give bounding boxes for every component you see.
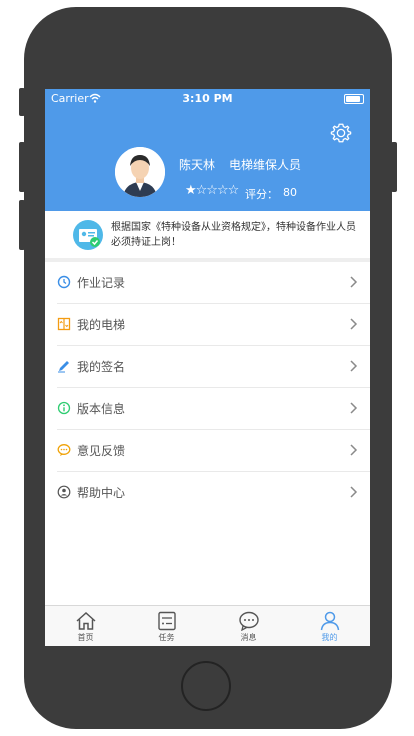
user-role: 电梯维保人员 (229, 158, 302, 172)
chevron-right-icon (350, 486, 358, 498)
tab-profile[interactable]: 我的 (289, 606, 370, 646)
chevron-right-icon (350, 276, 358, 288)
menu-label: 帮助中心 (77, 486, 126, 500)
tab-tasks[interactable]: 任务 (126, 606, 207, 646)
volume-up-button (19, 142, 25, 192)
tasks-icon (157, 611, 176, 631)
score-label: 评分： (245, 188, 278, 201)
tab-label: 任务 (158, 633, 175, 642)
tab-label: 我的 (321, 633, 338, 642)
menu-item-feedback[interactable]: 意见反馈 (57, 430, 370, 472)
menu-item-my-signature[interactable]: 我的签名 (57, 346, 370, 388)
clock: 3:10 PM (182, 92, 233, 105)
power-button (391, 142, 397, 192)
menu-label: 我的签名 (77, 360, 126, 374)
menu-item-work-records[interactable]: 作业记录 (57, 262, 370, 304)
tab-messages[interactable]: 消息 (208, 606, 289, 646)
menu-item-version-info[interactable]: 版本信息 (57, 388, 370, 430)
feedback-icon (57, 444, 71, 456)
avatar[interactable] (115, 147, 165, 197)
user-name: 陈天林 (179, 158, 216, 172)
tab-label: 首页 (77, 633, 94, 642)
help-icon (57, 485, 71, 499)
certification-notice: 根据国家《特种设备从业资格规定》，特种设备作业人员必须持证上岗！ (45, 211, 370, 258)
menu-label: 版本信息 (77, 402, 126, 416)
chevron-right-icon (350, 318, 358, 330)
app-screen: Carrier 3:10 PM 陈天林 电梯维保人员 ★☆☆☆☆ 评分： 80 … (45, 89, 370, 646)
rating-stars: ★☆☆☆☆ (185, 183, 239, 198)
menu-label: 作业记录 (77, 276, 126, 290)
volume-down-button (19, 200, 25, 250)
mute-switch (19, 88, 25, 116)
certificate-icon (73, 220, 103, 250)
chevron-right-icon (350, 402, 358, 414)
elevator-icon (57, 317, 71, 331)
home-button[interactable] (181, 661, 231, 711)
bottom-tab-bar: 首页 任务 消息 我的 (45, 605, 370, 646)
history-icon (57, 275, 71, 289)
user-avatar-icon (115, 147, 165, 197)
message-icon (238, 611, 259, 631)
menu-item-my-elevators[interactable]: 我的电梯 (57, 304, 370, 346)
menu-label: 我的电梯 (77, 318, 126, 332)
menu-item-help-center[interactable]: 帮助中心 (57, 472, 370, 513)
score-value: 80 (283, 186, 297, 199)
notice-text: 根据国家《特种设备从业资格规定》，特种设备作业人员必须持证上岗！ (111, 222, 356, 248)
tab-home[interactable]: 首页 (45, 606, 126, 646)
battery-icon (344, 94, 364, 104)
settings-gear-icon[interactable] (330, 122, 352, 144)
settings-menu: 作业记录 我的电梯 我的签名 版本信息 意见反馈 帮助中心 (45, 262, 370, 513)
menu-label: 意见反馈 (77, 444, 126, 458)
info-icon (57, 401, 71, 415)
tab-label: 消息 (240, 633, 257, 642)
home-icon (76, 611, 95, 630)
status-bar: Carrier 3:10 PM (45, 89, 370, 109)
pen-icon (58, 361, 69, 373)
profile-header: Carrier 3:10 PM 陈天林 电梯维保人员 ★☆☆☆☆ 评分： 80 (45, 89, 370, 211)
chevron-right-icon (350, 444, 358, 456)
profile-icon (320, 611, 339, 631)
chevron-right-icon (350, 360, 358, 372)
